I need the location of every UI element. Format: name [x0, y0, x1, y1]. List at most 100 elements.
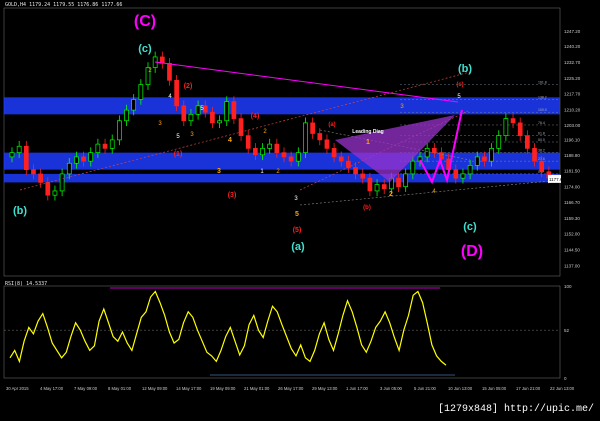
candle — [9, 152, 15, 158]
candle — [424, 148, 430, 158]
candle — [267, 143, 273, 149]
wave-label-wave-a-cyan: (a) — [291, 241, 305, 253]
x-tick-label: 8 May 01:00 — [108, 386, 132, 391]
wave-label-red-a: (a) — [328, 122, 335, 128]
leading-diagonal-shape — [335, 115, 455, 182]
candle — [117, 120, 122, 141]
candle — [52, 190, 58, 196]
candle — [310, 122, 315, 134]
x-tick-label: 22 Jun 13:00 — [550, 386, 575, 391]
candle — [467, 165, 473, 175]
x-tick-label: 17 Jun 21:00 — [516, 386, 541, 391]
x-tick-label: 26 May 17:00 — [278, 386, 304, 391]
candle — [31, 169, 36, 175]
candle — [474, 156, 480, 166]
price-marker: 1177.66 — [549, 177, 565, 182]
y-tick-label: 1188.80 — [564, 153, 580, 158]
y-tick-label: 1247.20 — [564, 29, 581, 34]
x-tick-label: 10 Jun 13:00 — [448, 386, 473, 391]
candle — [131, 99, 137, 111]
wave-label-orange-5: 5 — [295, 211, 299, 218]
candle — [532, 148, 537, 162]
y-tick-label: 1232.70 — [564, 60, 581, 65]
candle — [88, 152, 94, 162]
candle — [210, 111, 215, 124]
wave-count-label: 3 — [158, 121, 162, 127]
candle — [238, 118, 244, 136]
y-tick-label: 1174.00 — [564, 185, 580, 190]
candle — [525, 135, 530, 149]
candle — [38, 173, 43, 183]
y-tick-label: 1203.00 — [564, 123, 581, 128]
candle — [274, 143, 280, 153]
wave-label-orange-4: 4 — [228, 137, 232, 144]
wave-label-red-b: (b) — [363, 205, 371, 211]
rsi-y-tick-label: 100 — [564, 284, 572, 289]
wave-label-red-c: (c) — [456, 82, 463, 88]
candle — [245, 135, 251, 149]
candle — [181, 105, 187, 122]
x-tick-label: 19 May 09:00 — [210, 386, 236, 391]
candle — [489, 148, 494, 162]
candle — [539, 160, 545, 173]
watermark: [1279x848] http://upic.me/ — [437, 404, 594, 415]
candle — [496, 135, 502, 149]
candle — [66, 162, 72, 175]
x-tick-label: 14 May 17:00 — [176, 386, 202, 391]
candle — [374, 184, 380, 192]
candle — [59, 173, 65, 192]
wave-label-orange-2: 2 — [389, 191, 393, 198]
wave-label-wave-D: (D) — [461, 243, 483, 260]
rsi-panel-border — [3, 285, 561, 379]
y-tick-label: 1181.50 — [564, 169, 580, 174]
wave-count-label: 2 — [148, 68, 152, 74]
y-tick-label: 1166.70 — [564, 200, 580, 205]
candle — [396, 177, 401, 188]
candle — [482, 156, 487, 162]
rsi-header: RSI(8) 14.5337 — [5, 281, 48, 287]
fib-label: 61.8 — [538, 132, 545, 136]
candle — [109, 139, 115, 149]
candle — [174, 79, 179, 107]
candle — [338, 156, 344, 162]
candle — [202, 105, 208, 113]
wave-label-orange-1: 1 — [366, 139, 370, 146]
resistance-zone — [4, 173, 560, 183]
wave-label-wave-c-cyan: (c) — [138, 43, 152, 55]
price-chart: 161.8138.2100.076.461.850.038.223.60.011… — [3, 7, 581, 391]
y-tick-label: 1196.10 — [564, 138, 580, 143]
wave-label-wave-b-cyan: (b) — [458, 63, 472, 75]
candle — [260, 148, 265, 156]
candle — [331, 148, 337, 158]
rsi-y-tick-label: 52 — [564, 328, 570, 333]
candle — [510, 118, 516, 124]
fib-label: 138.2 — [538, 95, 547, 99]
candle — [224, 101, 230, 122]
y-tick-label: 1137.00 — [564, 263, 580, 268]
wave-label-red-4: (4) — [251, 113, 260, 120]
candle — [431, 148, 437, 153]
channel-line-bottom — [299, 179, 561, 206]
candle — [353, 167, 358, 175]
x-tick-label: 1 Jun 17:00 — [346, 386, 369, 391]
candle — [517, 122, 523, 136]
candle — [346, 160, 351, 168]
x-tick-label: 12 May 09:00 — [142, 386, 168, 391]
wave-count-label: 5 — [176, 134, 180, 140]
candle — [217, 120, 222, 124]
wave-count-label: 3 — [294, 196, 298, 202]
y-tick-label: 1240.20 — [564, 44, 581, 49]
wave-count-label: 2 — [263, 129, 267, 135]
wave-label-orange-3: 3 — [217, 168, 221, 175]
candle — [253, 148, 258, 156]
candle — [95, 143, 101, 153]
upper-trendline — [154, 61, 459, 103]
fib-label: 50.0 — [538, 138, 545, 142]
fib-label: 161.8 — [538, 81, 547, 85]
resistance-zone — [4, 97, 560, 115]
chart-frame: 161.8138.2100.076.461.850.038.223.60.011… — [0, 0, 600, 417]
wave-count-label: 3 — [190, 132, 194, 138]
candle — [403, 173, 409, 188]
y-tick-label: 1159.30 — [564, 216, 580, 221]
candle — [317, 133, 323, 141]
